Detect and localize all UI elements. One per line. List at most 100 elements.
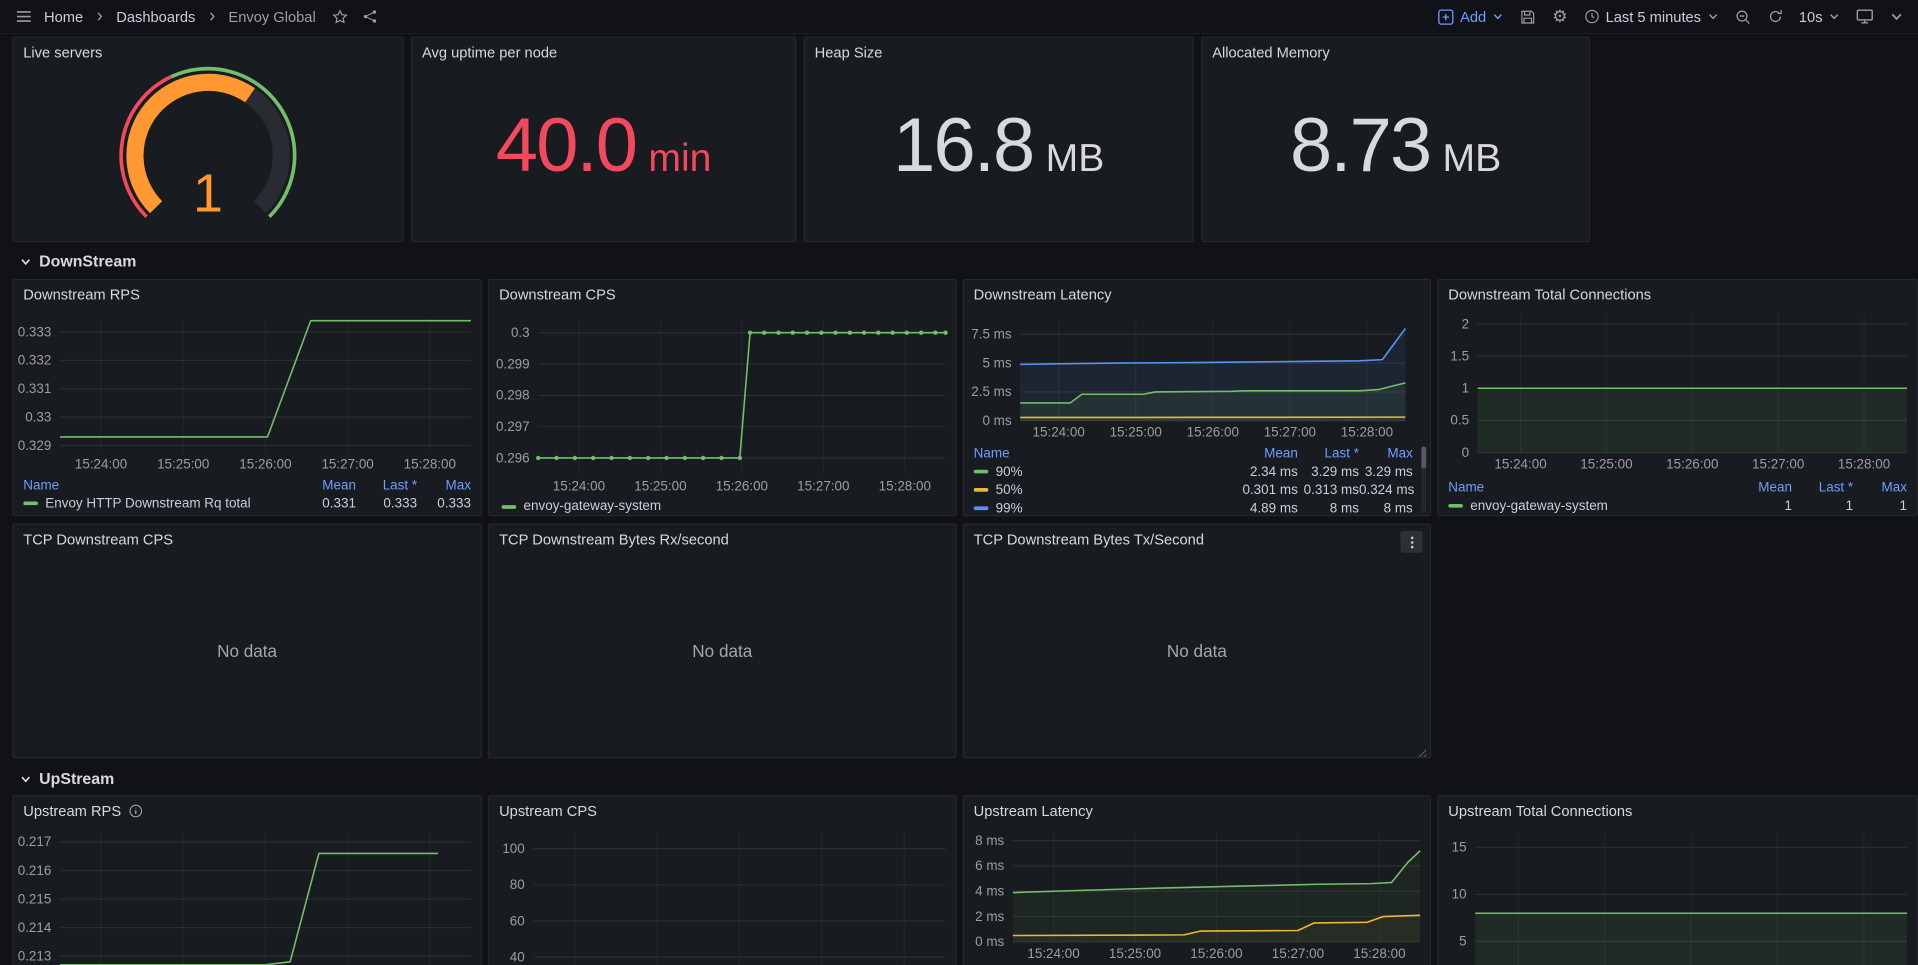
legend-row[interactable]: 99% 4.89 ms 8 ms 8 ms	[974, 499, 1413, 516]
panel-title[interactable]: Upstream CPS	[499, 802, 597, 819]
svg-text:0.296: 0.296	[496, 450, 530, 465]
breadcrumb-current: Envoy Global	[228, 8, 315, 25]
chevron-down-icon[interactable]	[1890, 10, 1903, 23]
legend-header-last[interactable]: Last *	[356, 478, 417, 493]
save-dashboard-icon[interactable]	[1519, 8, 1536, 25]
panel-title[interactable]: Upstream RPS	[23, 802, 143, 819]
svg-text:0.215: 0.215	[18, 891, 52, 906]
legend-header-mean[interactable]: Mean	[1723, 480, 1791, 495]
refresh-interval-picker[interactable]: 10s	[1799, 8, 1840, 25]
downstream-rps-chart[interactable]: 0.3330.3320.3310.330.32915:24:0015:25:00…	[16, 314, 478, 473]
gauge-value: 1	[193, 164, 223, 224]
panel-title[interactable]: Upstream Latency	[974, 802, 1093, 819]
stat-unit: min	[648, 136, 711, 181]
legend-header-row: Name Mean Last * Max	[23, 476, 471, 494]
add-button[interactable]: Add	[1437, 8, 1503, 25]
hamburger-menu-icon[interactable]	[15, 7, 33, 25]
legend-item[interactable]: envoy-gateway-system	[502, 499, 662, 514]
legend-header-last[interactable]: Last *	[1298, 446, 1359, 461]
panel-title[interactable]: Downstream Latency	[974, 286, 1112, 303]
svg-text:15:25:00: 15:25:00	[634, 479, 686, 494]
star-icon[interactable]	[332, 8, 349, 25]
settings-gear-icon[interactable]: ⚙	[1552, 8, 1567, 25]
legend-header-name[interactable]: Name	[974, 446, 1230, 461]
legend-header-max[interactable]: Max	[417, 478, 471, 493]
svg-text:15:28:00: 15:28:00	[1341, 425, 1393, 440]
svg-text:15:28:00: 15:28:00	[879, 479, 931, 494]
legend-scrollbar[interactable]	[1421, 446, 1426, 512]
scrollbar-thumb[interactable]	[1421, 446, 1426, 468]
add-button-label: Add	[1460, 8, 1486, 25]
refresh-icon[interactable]	[1767, 9, 1783, 25]
upstream-cps-chart[interactable]: 10080604015:24:0015:25:0015:26:0015:27:0…	[492, 826, 953, 965]
downstream-latency-chart[interactable]: 7.5 ms5 ms2.5 ms0 ms15:24:0015:25:0015:2…	[966, 314, 1417, 441]
breadcrumb-home[interactable]: Home	[44, 8, 83, 25]
legend-header-mean[interactable]: Mean	[1229, 446, 1297, 461]
stat-value: 8.73 MB	[1202, 38, 1589, 241]
series-swatch	[502, 505, 517, 509]
panel-upstream-total-connections: Upstream Total Connections 1510515:24:00…	[1437, 795, 1918, 965]
legend-header-mean[interactable]: Mean	[287, 478, 355, 493]
svg-text:2 ms: 2 ms	[975, 909, 1004, 924]
legend-table: Name Mean Last * Max envoy-gateway-syste…	[1448, 478, 1907, 515]
grafana-app: Home Dashboards Envoy Global Add	[0, 0, 1918, 965]
legend-header-name[interactable]: Name	[23, 478, 287, 493]
panel-title[interactable]: Downstream RPS	[23, 286, 140, 303]
legend-header-last[interactable]: Last *	[1792, 480, 1853, 495]
panel-upstream-latency: Upstream Latency 8 ms6 ms4 ms2 ms0 ms15:…	[963, 795, 1431, 965]
time-range-picker[interactable]: Last 5 minutes	[1584, 8, 1719, 25]
info-icon[interactable]	[128, 804, 143, 819]
svg-text:15:28:00: 15:28:00	[404, 456, 456, 471]
panel-title[interactable]: TCP Downstream Bytes Tx/Second	[974, 531, 1204, 548]
legend-row[interactable]: 90% 2.34 ms 3.29 ms 3.29 ms	[974, 462, 1413, 480]
panel-title[interactable]: Downstream Total Connections	[1448, 286, 1651, 303]
svg-text:1.5: 1.5	[1450, 348, 1469, 363]
upstream-rps-chart[interactable]: 0.2170.2160.2150.2140.21315:24:0015:25:0…	[16, 826, 478, 965]
panel-title[interactable]: Downstream CPS	[499, 286, 616, 303]
panel-title[interactable]: TCP Downstream Bytes Rx/second	[499, 531, 729, 548]
downstream-cps-chart[interactable]: 0.30.2990.2980.2970.29615:24:0015:25:001…	[492, 314, 953, 495]
share-icon[interactable]	[362, 9, 378, 25]
svg-text:0.5: 0.5	[1450, 413, 1469, 428]
panel-tcp-downstream-bytes-tx: TCP Downstream Bytes Tx/Second No data	[963, 524, 1431, 759]
legend-header-max[interactable]: Max	[1853, 480, 1907, 495]
svg-text:15: 15	[1452, 840, 1467, 855]
svg-text:15:26:00: 15:26:00	[1190, 946, 1242, 961]
svg-text:0.331: 0.331	[18, 381, 52, 396]
panel-title[interactable]: Live servers	[23, 44, 102, 61]
row-header-upstream[interactable]: UpStream	[20, 769, 115, 787]
legend-header-max[interactable]: Max	[1359, 446, 1413, 461]
panel-title[interactable]: Heap Size	[815, 44, 883, 61]
legend-row[interactable]: Envoy HTTP Downstream Rq total 0.331 0.3…	[23, 494, 471, 512]
svg-text:0.299: 0.299	[496, 356, 530, 371]
no-data-message: No data	[13, 525, 480, 757]
chevron-right-icon	[94, 11, 105, 22]
panel-resize-handle[interactable]	[1416, 744, 1427, 755]
panel-title[interactable]: Allocated Memory	[1212, 44, 1329, 61]
svg-text:15:25:00: 15:25:00	[1580, 456, 1632, 471]
breadcrumb-dashboards[interactable]: Dashboards	[116, 8, 195, 25]
legend-header-row: Name Mean Last * Max	[1448, 478, 1907, 496]
svg-text:15:24:00: 15:24:00	[1033, 425, 1085, 440]
monitor-icon[interactable]	[1856, 7, 1874, 25]
row-header-downstream[interactable]: DownStream	[20, 252, 137, 270]
panel-menu-kebab-icon[interactable]	[1401, 531, 1423, 553]
downstream-total-connections-chart[interactable]: 21.510.5015:24:0015:25:0015:26:0015:27:0…	[1441, 309, 1914, 473]
upstream-total-connections-chart[interactable]: 1510515:24:0015:25:0015:26:0015:27:0015:…	[1441, 826, 1914, 965]
svg-text:15:27:00: 15:27:00	[321, 456, 373, 471]
zoom-out-icon[interactable]	[1734, 8, 1751, 25]
svg-text:0.333: 0.333	[18, 324, 52, 339]
legend-row[interactable]: envoy-gateway-system 1 1 1	[1448, 497, 1907, 515]
refresh-interval-label: 10s	[1799, 8, 1823, 25]
upstream-latency-chart[interactable]: 8 ms6 ms4 ms2 ms0 ms15:24:0015:25:0015:2…	[966, 826, 1427, 963]
panel-title[interactable]: Avg uptime per node	[422, 44, 557, 61]
panel-title[interactable]: Upstream Total Connections	[1448, 802, 1632, 819]
svg-text:15:26:00: 15:26:00	[239, 456, 291, 471]
legend-row[interactable]: 50% 0.301 ms 0.313 ms 0.324 ms	[974, 481, 1413, 499]
panel-title[interactable]: TCP Downstream CPS	[23, 531, 173, 548]
svg-text:80: 80	[510, 877, 525, 892]
legend-header-name[interactable]: Name	[1448, 480, 1723, 495]
panel-heap-size: Heap Size 16.8 MB	[804, 37, 1194, 242]
svg-text:15:27:00: 15:27:00	[1264, 425, 1316, 440]
svg-text:0.298: 0.298	[496, 388, 530, 403]
